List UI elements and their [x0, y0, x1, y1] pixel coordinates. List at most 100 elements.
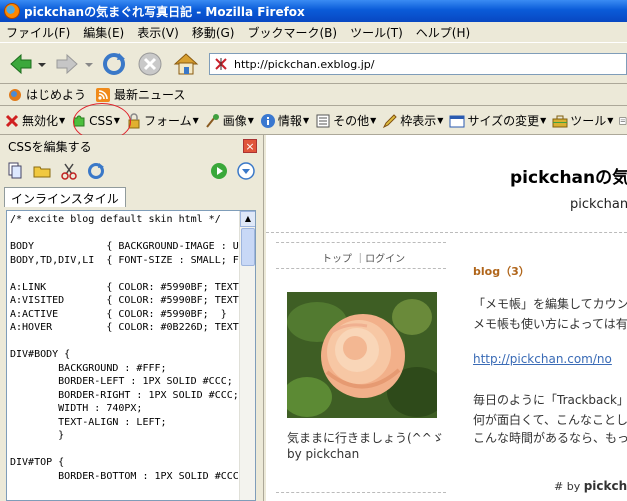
dev-outline-label: 枠表示 [400, 114, 437, 128]
disable-x-icon [5, 114, 19, 127]
bookmark-getting-started[interactable]: はじめよう [8, 86, 86, 103]
dev-misc-label: その他 [333, 114, 370, 128]
css-panel-toolbar [0, 157, 263, 185]
bookmarks-toolbar: はじめよう 最新ニュース [0, 84, 627, 106]
css-panel-toolbar-right [210, 162, 255, 180]
play-icon[interactable] [210, 162, 228, 180]
url-bar[interactable]: http://pickchan.exblog.jp/ [209, 53, 627, 75]
post-category[interactable]: blog（3） [473, 263, 530, 279]
options-icon[interactable] [619, 113, 627, 129]
scroll-up-icon[interactable]: ▲ [240, 211, 255, 227]
back-dropdown-icon[interactable] [38, 61, 46, 69]
dev-images-menu[interactable]: 画像 ▼ [205, 112, 254, 129]
menu-edit[interactable]: 編集(E) [83, 24, 124, 41]
menu-bookmarks[interactable]: ブックマーク(B) [247, 24, 337, 41]
tab-inline-style[interactable]: インラインスタイル [4, 187, 126, 207]
dev-misc-menu[interactable]: その他 ▼ [315, 112, 376, 129]
dev-css-menu[interactable]: CSS ▼ [71, 113, 120, 129]
resize-window-icon [449, 115, 465, 127]
dev-outline-menu[interactable]: 枠表示 ▼ [382, 112, 443, 129]
open-folder-icon[interactable] [33, 162, 51, 180]
css-editor-panel: CSSを編集する × インラインスタイル /* excite blog defa… [0, 135, 264, 501]
dev-images-label: 画像 [222, 114, 247, 128]
chevron-down-icon: ▼ [302, 116, 310, 125]
post-text-line: 毎日のように「Trackback」 [473, 393, 627, 407]
new-file-icon[interactable] [6, 162, 24, 180]
rose-photo [287, 292, 437, 418]
dev-forms-label: フォーム [143, 114, 192, 128]
divider [276, 268, 446, 269]
caption-line-1: 気ままに行きましょう(^^ゞ [287, 431, 444, 445]
outline-pencil-icon [383, 113, 397, 128]
dev-resize-label: サイズの変更 [467, 114, 540, 128]
chevron-down-icon: ▼ [192, 116, 199, 125]
info-icon [260, 113, 275, 128]
refresh-icon[interactable] [87, 162, 105, 180]
bookmark-label: 最新ニュース [114, 88, 186, 102]
lock-icon [128, 112, 140, 128]
chevron-down-icon: ▼ [370, 116, 377, 125]
chevron-down-icon: ▼ [113, 116, 120, 125]
css-panel-title: CSSを編集する [8, 139, 92, 154]
dev-css-label: CSS [89, 113, 113, 128]
menu-go[interactable]: 移動(G) [192, 24, 235, 41]
rose-image-icon [287, 292, 437, 418]
dev-disable-menu[interactable]: 無効化 ▼ [4, 112, 65, 129]
options-dropdown-icon[interactable] [237, 162, 255, 180]
dev-forms-menu[interactable]: フォーム ▼ [126, 112, 199, 129]
dev-tools-menu[interactable]: ツール ▼ [552, 112, 613, 129]
byline-by: by [566, 480, 581, 493]
tools-toolbox-icon [552, 115, 568, 127]
url-text: http://pickchan.exblog.jp/ [234, 57, 375, 71]
navigation-toolbar: http://pickchan.exblog.jp/ [0, 42, 627, 84]
web-page-content: pickchanの気 pickchan トップ ｜ログイン 気ままに行きましょう… [266, 135, 627, 501]
window-title: pickchanの気まぐれ写真日記 - Mozilla Firefox [24, 4, 305, 19]
dev-info-menu[interactable]: 情報 ▼ [260, 112, 309, 129]
dev-disable-label: 無効化 [22, 114, 59, 128]
forward-arrow-icon[interactable] [54, 51, 80, 77]
cut-scissors-icon[interactable] [60, 162, 78, 180]
caption-line-2: by pickchan [287, 447, 360, 461]
post-text-line: メモ帳も使い方によっては有 [473, 317, 627, 331]
misc-list-icon [316, 114, 330, 127]
blog-title[interactable]: pickchanの気 [510, 163, 627, 188]
window-titlebar: pickchanの気まぐれ写真日記 - Mozilla Firefox [0, 0, 627, 22]
divider [276, 492, 446, 493]
close-icon[interactable]: × [243, 139, 257, 153]
chevron-down-icon: ▼ [607, 116, 614, 125]
firefox-bookmark-icon [9, 88, 21, 101]
site-favicon-icon [215, 58, 227, 70]
post-text-line: こんな時間があるなら、もっと [473, 431, 627, 445]
divider [266, 232, 627, 233]
web-developer-toolbar: 無効化 ▼ CSS ▼ フォーム ▼ 画像 ▼ 情報 ▼ その他 ▼ 枠表示 ▼ サイズの変更… [0, 107, 627, 135]
rss-feed-icon [96, 87, 111, 102]
chevron-down-icon: ▼ [437, 116, 444, 125]
sidebar-caption: 気ままに行きましょう(^^ゞ by pickchan [287, 430, 444, 462]
back-arrow-icon[interactable] [8, 51, 34, 77]
menu-view[interactable]: 表示(V) [137, 24, 179, 41]
menu-tools[interactable]: ツール(T) [350, 24, 403, 41]
post-text-line: 何が面白くて、こんなことして [473, 413, 627, 427]
chevron-down-icon: ▼ [540, 116, 547, 125]
css-editor-textarea[interactable]: /* excite blog default skin html */ BODY… [6, 210, 256, 501]
images-brush-icon [205, 113, 219, 128]
menu-file[interactable]: ファイル(F) [6, 24, 70, 41]
home-icon[interactable] [173, 51, 199, 77]
top-login-links[interactable]: トップ ｜ログイン [322, 250, 405, 265]
reload-icon[interactable] [101, 51, 127, 77]
post-text-line: 「メモ帳」を編集してカウンタ [473, 297, 627, 311]
bookmark-latest-news[interactable]: 最新ニュース [96, 86, 185, 103]
byline-author[interactable]: pickch [584, 479, 627, 493]
post-byline: # by pickch [554, 479, 627, 493]
post-link[interactable]: http://pickchan.com/no [473, 352, 612, 366]
css-puzzle-icon [73, 115, 85, 126]
forward-dropdown-icon[interactable] [85, 61, 93, 69]
menu-bar: ファイル(F) 編集(E) 表示(V) 移動(G) ブックマーク(B) ツール(… [0, 22, 627, 42]
dev-resize-menu[interactable]: サイズの変更 ▼ [449, 112, 546, 129]
menu-help[interactable]: ヘルプ(H) [416, 24, 470, 41]
stop-icon[interactable] [137, 51, 163, 77]
byline-hash[interactable]: # [554, 480, 563, 493]
divider [276, 242, 446, 243]
scroll-thumb[interactable] [241, 228, 255, 266]
editor-scrollbar[interactable]: ▲ [239, 211, 255, 500]
